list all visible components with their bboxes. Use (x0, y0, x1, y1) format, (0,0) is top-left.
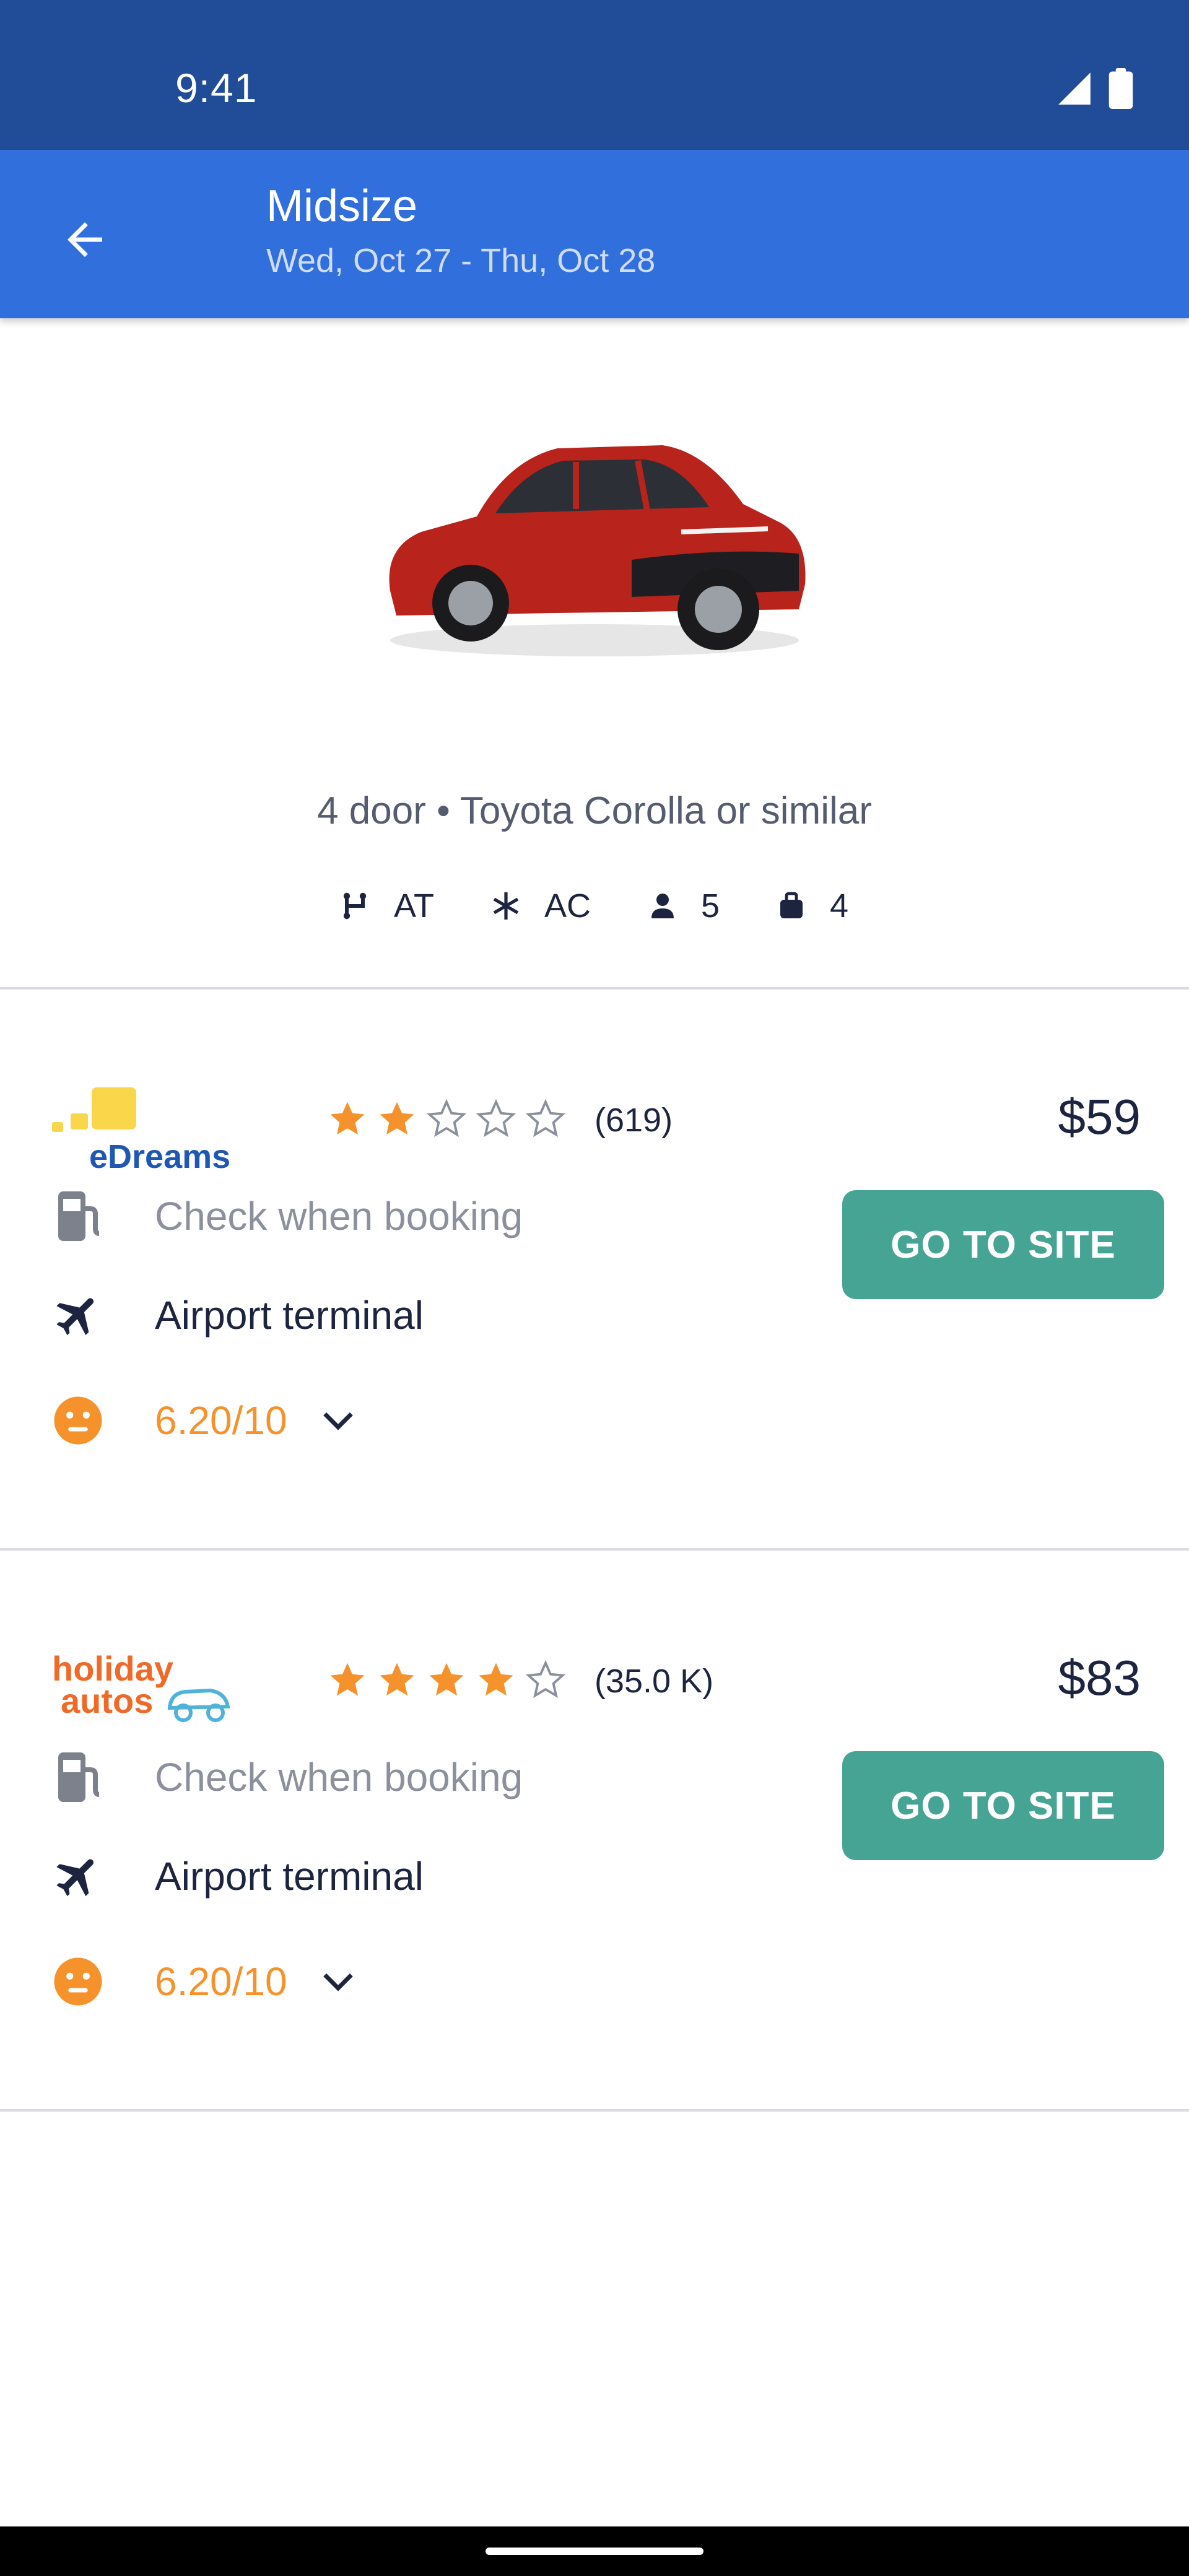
date-range: Wed, Oct 27 - Thu, Oct 28 (266, 242, 656, 279)
price: $59 (1058, 1089, 1141, 1144)
spec-seats-label: 5 (700, 887, 720, 925)
bag-icon (780, 892, 803, 918)
spec-ac: AC (491, 887, 591, 925)
person-icon (651, 894, 674, 918)
star-filled-icon (330, 1663, 365, 1696)
star-filled-icon (330, 1102, 365, 1135)
score-text: 6.20/10 (155, 1398, 287, 1443)
transmission-icon (343, 892, 367, 920)
star-filled-icon (479, 1663, 513, 1696)
fuel-pump-icon (58, 1191, 100, 1241)
battery-icon (1108, 68, 1133, 109)
page-title: Midsize (266, 181, 418, 231)
neutral-face-icon (54, 1957, 102, 2006)
star-filled-icon (380, 1663, 414, 1696)
score-text: 6.20/10 (155, 1959, 287, 2004)
fuel-policy: Check when booking (48, 1747, 523, 1807)
star-filled-icon (429, 1663, 464, 1696)
star-empty-icon (426, 1099, 467, 1138)
svg-text:autos: autos (61, 1681, 153, 1720)
go-to-site-button[interactable]: GO TO SITE (842, 1751, 1164, 1860)
status-icons (1055, 68, 1133, 109)
back-arrow-icon (68, 222, 102, 257)
car-summary: 4 door • Toyota Corolla or similar AT AC… (0, 318, 1189, 988)
spec-ac-label: AC (544, 887, 591, 925)
fuel-policy-text: Check when booking (155, 1194, 523, 1238)
star-empty-icon (525, 1099, 566, 1138)
star-empty-icon (525, 1660, 566, 1699)
car-description: 4 door • Toyota Corolla or similar (317, 790, 872, 832)
star-empty-icon (476, 1099, 516, 1138)
holiday-autos-logo: holiday autos (52, 1649, 230, 1722)
score-toggle[interactable]: 6.20/10 (48, 1952, 362, 2011)
pickup-location-text: Airport terminal (155, 1293, 424, 1338)
spec-seats: 5 (648, 887, 720, 925)
go-to-site-button[interactable]: GO TO SITE (842, 1190, 1164, 1299)
review-count: (35.0 K) (594, 1663, 714, 1700)
fuel-policy-text: Check when booking (155, 1755, 523, 1799)
deal-card: holiday autos (35.0 K) $83 Check when bo… (0, 1551, 1189, 2109)
signal-icon (1058, 72, 1091, 105)
neutral-face-icon (54, 1396, 102, 1445)
rating-stars (327, 1099, 566, 1139)
fuel-policy: Check when booking (48, 1186, 523, 1246)
home-gesture-handle[interactable] (486, 2548, 703, 2555)
score-toggle[interactable]: 6.20/10 (48, 1391, 362, 1450)
spec-bags: 4 (777, 887, 848, 925)
status-time: 9:41 (175, 65, 258, 111)
chevron-down-icon (323, 1973, 353, 1991)
spec-transmission: AT (341, 887, 434, 925)
car-specs: AT AC 5 4 (0, 887, 1189, 925)
snowflake-icon (493, 892, 519, 920)
review-count: (619) (594, 1102, 673, 1139)
airplane-icon (56, 1298, 94, 1336)
svg-text:eDreams: eDreams (89, 1138, 230, 1175)
divider (0, 2109, 1189, 2112)
spec-bags-label: 4 (830, 887, 849, 925)
star-filled-icon (380, 1102, 414, 1135)
pickup-location: Airport terminal (48, 1847, 424, 1906)
spec-transmission-label: AT (393, 887, 434, 925)
airplane-icon (56, 1859, 94, 1897)
price: $83 (1058, 1650, 1141, 1705)
pickup-location: Airport terminal (48, 1286, 424, 1345)
back-button[interactable] (51, 206, 119, 274)
pickup-location-text: Airport terminal (155, 1854, 424, 1899)
rating-stars (327, 1660, 566, 1700)
app-bar: Midsize Wed, Oct 27 - Thu, Oct 28 (0, 150, 1189, 318)
system-nav-bar (0, 2526, 1189, 2576)
edreams-logo: eDreams (52, 1087, 230, 1175)
car-image (389, 445, 806, 656)
status-bar: 9:41 (0, 0, 1189, 150)
deal-card: eDreams (619) $59 Check when booking Air… (0, 990, 1189, 1548)
chevron-down-icon (323, 1412, 353, 1430)
fuel-pump-icon (58, 1752, 100, 1802)
